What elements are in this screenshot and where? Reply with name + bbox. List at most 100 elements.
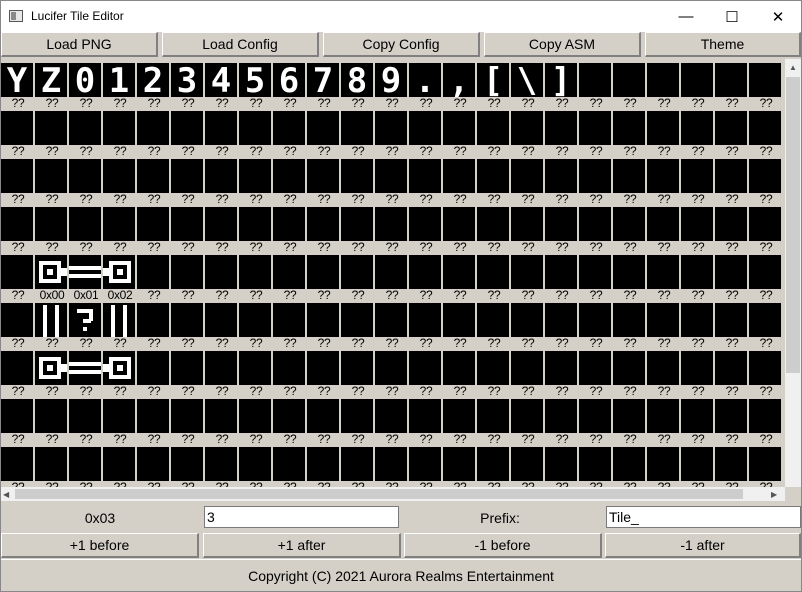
tile-cell[interactable]: ?? bbox=[579, 157, 613, 205]
tile-cell[interactable]: ?? bbox=[477, 397, 511, 445]
tile-cell[interactable]: ?? bbox=[749, 301, 783, 349]
tile-cell[interactable]: ?? bbox=[681, 301, 715, 349]
tile-cell[interactable]: ?? bbox=[409, 349, 443, 397]
tile-cell[interactable]: 9?? bbox=[375, 61, 409, 109]
tile-cell[interactable]: ?? bbox=[341, 109, 375, 157]
tile-cell[interactable]: 1?? bbox=[103, 61, 137, 109]
tile-cell[interactable]: ?? bbox=[681, 397, 715, 445]
tile-cell[interactable]: ?? bbox=[205, 157, 239, 205]
tile-cell[interactable]: ?? bbox=[341, 205, 375, 253]
tile-cell[interactable]: ?? bbox=[477, 445, 511, 487]
tile-cell[interactable]: \?? bbox=[511, 61, 545, 109]
tile-cell[interactable]: ?? bbox=[137, 445, 171, 487]
tile-cell[interactable]: ?? bbox=[205, 253, 239, 301]
tile-cell[interactable]: ?? bbox=[341, 157, 375, 205]
tile-cell[interactable]: 4?? bbox=[205, 61, 239, 109]
scroll-left-icon[interactable]: ◀ bbox=[3, 487, 15, 501]
vertical-scrollbar[interactable]: ▲ bbox=[785, 59, 801, 487]
tile-cell[interactable]: ?? bbox=[749, 157, 783, 205]
tile-cell[interactable]: ?? bbox=[239, 253, 273, 301]
tile-cell[interactable]: Y?? bbox=[1, 61, 35, 109]
tile-cell[interactable]: ?? bbox=[171, 109, 205, 157]
tile-grid-viewport[interactable]: Y?? Z?? 0?? 1?? 2?? 3?? 4?? 5?? 6?? 7?? 8?? 9??.??,… bbox=[1, 59, 785, 487]
tile-cell[interactable]: ?? bbox=[647, 397, 681, 445]
tile-cell[interactable]: ?? bbox=[375, 349, 409, 397]
tile-cell[interactable]: Z?? bbox=[35, 61, 69, 109]
tile-cell[interactable]: ?? bbox=[647, 61, 681, 109]
tile-cell[interactable]: ?? bbox=[409, 109, 443, 157]
load-config-button[interactable]: Load Config bbox=[162, 32, 319, 57]
tile-cell[interactable]: ?? bbox=[239, 157, 273, 205]
tile-cell[interactable]: ?? bbox=[375, 397, 409, 445]
minimize-icon[interactable]: — bbox=[663, 1, 709, 32]
tile-cell[interactable]: ?? bbox=[545, 349, 579, 397]
tile-cell[interactable]: ?? bbox=[681, 205, 715, 253]
tile-cell[interactable]: ?? bbox=[749, 61, 783, 109]
tile-cell[interactable]: ?? bbox=[409, 445, 443, 487]
tile-cell[interactable]: ?? bbox=[205, 445, 239, 487]
tile-cell[interactable]: ?? bbox=[1, 253, 35, 301]
tile-cell[interactable]: ?? bbox=[273, 205, 307, 253]
tile-cell[interactable]: ?? bbox=[239, 397, 273, 445]
tile-cell[interactable]: ?? bbox=[273, 109, 307, 157]
tile-cell[interactable]: ?? bbox=[545, 253, 579, 301]
tile-cell[interactable]: ?? bbox=[35, 205, 69, 253]
tile-cell[interactable]: ?? bbox=[69, 109, 103, 157]
tile-cell[interactable]: ?? bbox=[715, 253, 749, 301]
tile-cell[interactable]: 2?? bbox=[137, 61, 171, 109]
tile-cell[interactable]: ?? bbox=[511, 445, 545, 487]
plus-one-after-button[interactable]: +1 after bbox=[203, 533, 401, 558]
tile-cell[interactable]: ?? bbox=[137, 205, 171, 253]
tile-cell[interactable]: ?? bbox=[545, 157, 579, 205]
tile-cell[interactable]: 7?? bbox=[307, 61, 341, 109]
tile-cell[interactable]: ?? bbox=[443, 349, 477, 397]
tile-cell[interactable]: ?? bbox=[307, 253, 341, 301]
tile-cell[interactable]: ?? bbox=[579, 109, 613, 157]
tile-cell[interactable]: ?? bbox=[477, 205, 511, 253]
tile-cell[interactable]: ?? bbox=[307, 205, 341, 253]
tile-cell[interactable]: ?? bbox=[749, 349, 783, 397]
tile-cell[interactable]: ?? bbox=[35, 109, 69, 157]
tile-cell[interactable]: ?? bbox=[375, 253, 409, 301]
tile-cell[interactable]: ?? bbox=[273, 301, 307, 349]
tile-cell[interactable]: ?? bbox=[409, 205, 443, 253]
tile-cell[interactable]: ?? bbox=[409, 301, 443, 349]
tile-cell[interactable]: ?? bbox=[749, 253, 783, 301]
tile-cell[interactable]: ?? bbox=[545, 205, 579, 253]
tile-cell[interactable]: ?? bbox=[511, 253, 545, 301]
minus-one-before-button[interactable]: -1 before bbox=[404, 533, 602, 558]
tile-cell[interactable]: ?? bbox=[545, 397, 579, 445]
tile-cell[interactable]: ?? bbox=[69, 205, 103, 253]
tile-cell[interactable]: ?? bbox=[647, 109, 681, 157]
tile-cell[interactable]: ?? bbox=[579, 61, 613, 109]
tile-cell[interactable]: ?? bbox=[205, 109, 239, 157]
tile-cell[interactable]: ?? bbox=[647, 301, 681, 349]
tile-cell[interactable]: ?? bbox=[69, 301, 103, 349]
tile-cell[interactable]: 0?? bbox=[69, 61, 103, 109]
tile-cell[interactable]: ?? bbox=[749, 205, 783, 253]
tile-cell[interactable]: ?? bbox=[443, 205, 477, 253]
tile-cell[interactable]: ?? bbox=[545, 445, 579, 487]
tile-cell[interactable]: ?? bbox=[409, 253, 443, 301]
tile-cell[interactable]: ?? bbox=[341, 397, 375, 445]
tile-cell[interactable]: 0x00 bbox=[35, 253, 69, 301]
tile-cell[interactable]: ?? bbox=[613, 205, 647, 253]
tile-cell[interactable]: ?? bbox=[103, 397, 137, 445]
tile-cell[interactable]: ?? bbox=[749, 397, 783, 445]
tile-cell[interactable]: ?? bbox=[103, 301, 137, 349]
tile-cell[interactable]: ?? bbox=[273, 157, 307, 205]
load-png-button[interactable]: Load PNG bbox=[1, 32, 158, 57]
tile-cell[interactable]: ?? bbox=[69, 157, 103, 205]
tile-cell[interactable]: ?? bbox=[341, 253, 375, 301]
tile-cell[interactable]: ?? bbox=[35, 157, 69, 205]
tile-number-input[interactable] bbox=[204, 506, 399, 528]
tile-cell[interactable]: ?? bbox=[579, 349, 613, 397]
tile-cell[interactable]: ?? bbox=[239, 445, 273, 487]
tile-cell[interactable]: ?? bbox=[35, 301, 69, 349]
tile-cell[interactable]: ?? bbox=[715, 205, 749, 253]
tile-cell[interactable]: ?? bbox=[307, 157, 341, 205]
tile-cell[interactable]: ?? bbox=[511, 205, 545, 253]
tile-cell[interactable]: ?? bbox=[579, 301, 613, 349]
tile-cell[interactable]: ?? bbox=[443, 301, 477, 349]
tile-cell[interactable]: ?? bbox=[273, 253, 307, 301]
